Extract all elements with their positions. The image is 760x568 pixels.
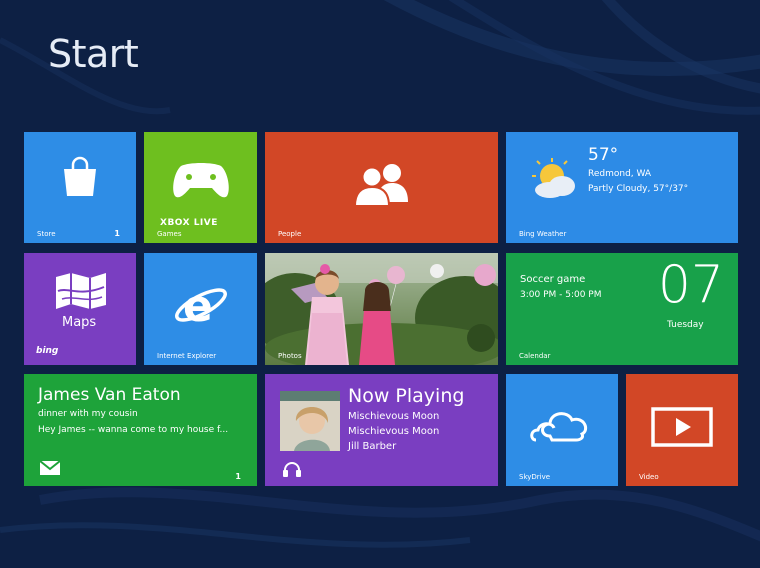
xbox-live-logo: XBOX LIVE [160, 218, 218, 228]
bing-logo: bing [36, 346, 59, 356]
mail-preview: Hey James -- wanna come to my house f... [38, 425, 229, 435]
calendar-event: Soccer game [520, 274, 586, 285]
internet-explorer-icon: e [175, 281, 227, 332]
mail-tile[interactable]: James Van Eaton dinner with my cousin He… [24, 374, 257, 486]
photo-kids-image [265, 253, 498, 365]
weather-temperature: 57° [588, 145, 619, 165]
album-art [280, 391, 340, 451]
internet-explorer-tile[interactable]: e Internet Explorer [144, 253, 257, 365]
weather-label: Bing Weather [519, 230, 567, 238]
photos-tile[interactable]: Photos [265, 253, 498, 365]
music-artist: Jill Barber [348, 441, 397, 452]
calendar-time: 3:00 PM - 5:00 PM [520, 290, 602, 300]
svg-text:e: e [183, 281, 213, 332]
store-label: Store [37, 230, 56, 238]
xbox-controller-icon [173, 163, 229, 198]
now-playing-heading: Now Playing [348, 385, 465, 407]
skydrive-label: SkyDrive [519, 473, 551, 481]
maps-tile[interactable]: Maps bing [24, 253, 136, 365]
weather-tile[interactable]: 57° Redmond, WA Partly Cloudy, 57°/37° B… [506, 132, 738, 243]
sun-cloud-icon [532, 158, 575, 198]
people-label: People [278, 230, 302, 238]
mail-sender: James Van Eaton [38, 385, 181, 405]
calendar-tile[interactable]: Soccer game 3:00 PM - 5:00 PM 07 Tuesday… [506, 253, 738, 365]
internet-explorer-label: Internet Explorer [157, 352, 217, 360]
mail-badge: 1 [235, 472, 241, 481]
album-cover-image [280, 391, 340, 451]
headphones-icon [283, 462, 301, 477]
skydrive-tile[interactable]: SkyDrive [506, 374, 618, 486]
store-tile[interactable]: Store 1 [24, 132, 136, 243]
games-label: Games [157, 230, 182, 238]
music-tile[interactable]: Now Playing Mischievous Moon Mischievous… [265, 374, 498, 486]
music-song: Mischievous Moon [348, 411, 440, 422]
people-tile[interactable]: People [265, 132, 498, 243]
cloud-icon [530, 412, 588, 442]
envelope-icon [40, 461, 60, 475]
store-badge: 1 [114, 229, 120, 238]
music-album: Mischievous Moon [348, 426, 440, 437]
weather-location: Redmond, WA [588, 169, 652, 179]
start-title: Start [48, 32, 139, 76]
maps-title: Maps [62, 315, 97, 330]
weather-condition: Partly Cloudy, 57°/37° [588, 184, 689, 194]
folded-map-icon [56, 273, 106, 309]
calendar-label: Calendar [519, 352, 551, 360]
photos-label: Photos [278, 352, 302, 360]
play-screen-icon [651, 407, 713, 447]
mail-subject: dinner with my cousin [38, 409, 138, 419]
people-icon [353, 164, 408, 207]
shopping-bag-icon [64, 156, 96, 196]
video-tile[interactable]: Video [626, 374, 738, 486]
games-tile[interactable]: XBOX LIVE Games [144, 132, 257, 243]
calendar-day: Tuesday [667, 320, 704, 330]
video-label: Video [639, 473, 659, 481]
calendar-date: 07 [657, 255, 724, 315]
